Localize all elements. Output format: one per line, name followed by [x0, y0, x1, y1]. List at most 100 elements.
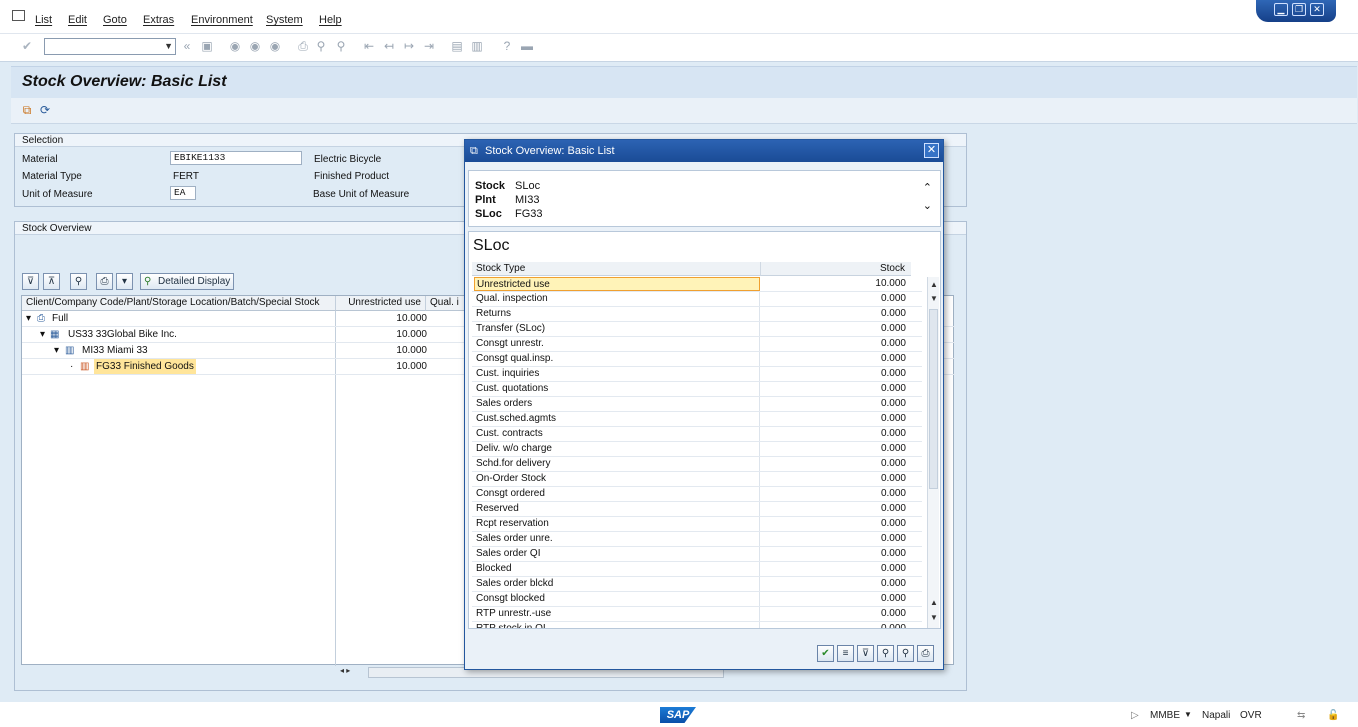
stock-type-row[interactable]: Rcpt reservation 0.000	[472, 517, 922, 532]
status-mode[interactable]: OVR	[1240, 710, 1262, 721]
stock-type-row[interactable]: Sales order unre. 0.000	[472, 532, 922, 547]
find-next-icon[interactable]: ⚲	[334, 40, 348, 53]
menu-exit-icon[interactable]	[12, 10, 25, 21]
status-lock-icon[interactable]: 🔓	[1327, 710, 1339, 721]
unrestricted-column-header[interactable]: Unrestricted use	[336, 296, 426, 311]
find-tree-icon[interactable]: ⚲	[70, 273, 87, 290]
stock-type-row[interactable]: RTP stock in QI 0.000	[472, 622, 922, 628]
menu-environment[interactable]: Environment	[191, 14, 253, 26]
stock-type-row[interactable]: Qual. inspection 0.000	[472, 292, 922, 307]
table-vertical-scrollbar[interactable]: ▲ ▼ ▲ ▼	[927, 277, 940, 628]
help-icon[interactable]: ?	[500, 40, 514, 53]
stock-type-row[interactable]: RTP unrestr.-use 0.000	[472, 607, 922, 622]
scroll-up-icon[interactable]: ▲	[928, 279, 940, 291]
sort-icon[interactable]: ≡	[837, 645, 854, 662]
find-icon[interactable]: ⚲	[877, 645, 894, 662]
unit-of-measure-description: Base Unit of Measure	[313, 189, 410, 200]
stock-type-row[interactable]: Sales order QI 0.000	[472, 547, 922, 562]
stock-type-row[interactable]: Cust. inquiries 0.000	[472, 367, 922, 382]
restore-button[interactable]: ❐	[1292, 3, 1306, 16]
stock-column-header[interactable]: Stock	[761, 262, 911, 276]
shortcut-icon[interactable]: ▥	[470, 40, 484, 53]
plant-icon: ▥	[65, 345, 75, 356]
stock-type-column-header[interactable]: Stock Type	[472, 262, 761, 276]
stock-type-row[interactable]: Returns 0.000	[472, 307, 922, 322]
qual-column-header[interactable]: Qual. i	[426, 296, 466, 311]
info-scroll-down-icon[interactable]: ⌄	[923, 199, 932, 212]
minimize-button[interactable]: ▁	[1274, 3, 1288, 16]
menu-goto[interactable]: Goto	[103, 14, 127, 26]
stock-type-row[interactable]: Unrestricted use 10.000	[472, 277, 922, 292]
stock-value-cell: 0.000	[880, 368, 906, 379]
scroll-left-icon[interactable]: ◂ ▸	[340, 666, 350, 675]
back-icon[interactable]: «	[180, 40, 194, 53]
stock-type-row[interactable]: Consgt unrestr. 0.000	[472, 337, 922, 352]
cancel-icon[interactable]: ◉	[268, 40, 282, 53]
command-dropdown-icon[interactable]: ▼	[164, 41, 173, 51]
info-value: SLoc	[515, 180, 541, 192]
status-transaction[interactable]: MMBE	[1150, 710, 1180, 721]
material-field[interactable]: EBIKE1133	[170, 151, 302, 165]
collapse-all-icon[interactable]: ⊼	[43, 273, 60, 290]
save-icon[interactable]: ▣	[200, 40, 214, 53]
stock-type-row[interactable]: Cust. contracts 0.000	[472, 427, 922, 442]
menu-list[interactable]: List	[35, 14, 52, 26]
stock-type-row[interactable]: Consgt blocked 0.000	[472, 592, 922, 607]
print-icon[interactable]: ⎙	[917, 645, 934, 662]
find-next-icon[interactable]: ⚲	[897, 645, 914, 662]
previous-page-icon[interactable]: ↤	[382, 40, 396, 53]
first-page-icon[interactable]: ⇤	[362, 40, 376, 53]
stock-type-row[interactable]: On-Order Stock 0.000	[472, 472, 922, 487]
next-page-icon[interactable]: ↦	[402, 40, 416, 53]
scroll-page-up-icon[interactable]: ▲	[928, 597, 940, 609]
scroll-thumb[interactable]	[929, 309, 938, 489]
stock-type-row[interactable]: Blocked 0.000	[472, 562, 922, 577]
last-page-icon[interactable]: ⇥	[422, 40, 436, 53]
info-key: Stock	[475, 180, 505, 192]
scroll-page-down-icon[interactable]: ▼	[928, 612, 940, 624]
command-field[interactable]: ▼	[44, 38, 176, 55]
print-icon[interactable]: ⎙	[296, 40, 310, 53]
new-session-icon[interactable]: ▤	[450, 40, 464, 53]
collapse-node-icon[interactable]: ▾	[54, 343, 59, 358]
collapse-node-icon[interactable]: ▾	[26, 311, 31, 326]
expand-all-icon[interactable]: ⊽	[22, 273, 39, 290]
status-dropdown-icon[interactable]: ▼	[1184, 710, 1192, 719]
status-layout-icon[interactable]: ⇆	[1297, 710, 1305, 721]
info-scroll-up-icon[interactable]: ⌃	[923, 181, 932, 194]
close-window-button[interactable]: ✕	[1310, 3, 1324, 16]
refresh-icon[interactable]: ⟳	[38, 103, 52, 117]
back-nav-icon[interactable]: ◉	[228, 40, 242, 53]
layout-icon[interactable]: ▬	[520, 40, 534, 53]
filter-icon[interactable]: ⊽	[857, 645, 874, 662]
print-tree-icon[interactable]: ⎙	[96, 273, 113, 290]
stock-type-row[interactable]: Reserved 0.000	[472, 502, 922, 517]
menu-edit[interactable]: Edit	[68, 14, 87, 26]
stock-type-cell: Cust. inquiries	[474, 367, 760, 381]
stock-type-row[interactable]: Schd.for delivery 0.000	[472, 457, 922, 472]
status-expand-icon[interactable]: ▷	[1131, 710, 1139, 721]
stock-type-row[interactable]: Sales order blckd 0.000	[472, 577, 922, 592]
tree-column-header[interactable]: Client/Company Code/Plant/Storage Locati…	[22, 296, 336, 311]
unit-of-measure-field[interactable]: EA	[170, 186, 196, 200]
select-icon[interactable]: ⧉	[20, 103, 34, 117]
find-icon[interactable]: ⚲	[314, 40, 328, 53]
dialog-close-button[interactable]: ✕	[924, 143, 939, 158]
menu-help[interactable]: Help	[319, 14, 342, 26]
stock-type-row[interactable]: Deliv. w/o charge 0.000	[472, 442, 922, 457]
stock-type-row[interactable]: Cust. quotations 0.000	[472, 382, 922, 397]
stock-type-row[interactable]: Cust.sched.agmts 0.000	[472, 412, 922, 427]
stock-type-row[interactable]: Transfer (SLoc) 0.000	[472, 322, 922, 337]
stock-type-row[interactable]: Sales orders 0.000	[472, 397, 922, 412]
detailed-display-button[interactable]: ⚲ Detailed Display	[140, 273, 234, 290]
stock-type-row[interactable]: Consgt qual.insp. 0.000	[472, 352, 922, 367]
stock-type-row[interactable]: Consgt ordered 0.000	[472, 487, 922, 502]
menu-system[interactable]: System	[266, 14, 303, 26]
enter-icon[interactable]: ✔	[20, 40, 34, 53]
menu-extras[interactable]: Extras	[143, 14, 174, 26]
exit-icon[interactable]: ◉	[248, 40, 262, 53]
scroll-down-icon[interactable]: ▼	[928, 293, 940, 305]
collapse-node-icon[interactable]: ▾	[40, 327, 45, 342]
tree-settings-icon[interactable]: ▾	[116, 273, 133, 290]
continue-button[interactable]: ✔	[817, 645, 834, 662]
